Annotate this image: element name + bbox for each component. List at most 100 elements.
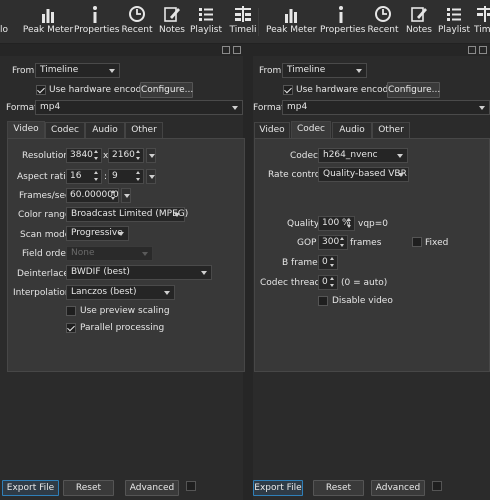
format-value: mp4 — [40, 102, 61, 112]
codec-select[interactable]: h264_nvenc — [318, 148, 408, 163]
peak-meter-button[interactable]: Peak Meter — [20, 3, 76, 43]
notes-icon — [411, 7, 427, 22]
reset-button[interactable]: Reset — [313, 480, 364, 496]
playlist-button-right[interactable]: Playlist — [437, 3, 471, 43]
clock-icon — [375, 6, 391, 22]
tab-audio[interactable]: Audio — [85, 122, 125, 138]
chevron-down-icon — [201, 271, 207, 275]
spin-arrows-icon[interactable] — [329, 277, 336, 288]
format-value: mp4 — [287, 102, 308, 112]
aspect-preset-button[interactable] — [146, 169, 156, 184]
tab-other[interactable]: Other — [125, 122, 163, 138]
field-order-select[interactable]: None — [66, 246, 153, 261]
disable-video-checkbox[interactable] — [318, 296, 328, 306]
fixed-gop-checkbox[interactable] — [412, 237, 422, 247]
tab-other[interactable]: Other — [372, 122, 410, 138]
from-select[interactable]: Timeline — [35, 63, 120, 78]
info-icon — [339, 6, 343, 23]
notes-button[interactable]: Notes — [157, 3, 187, 43]
quality-input[interactable]: 100 % — [318, 216, 355, 231]
fps-preset-button[interactable] — [121, 188, 131, 203]
export-file-button[interactable]: Export File — [2, 480, 59, 496]
quality-label: Quality — [287, 219, 320, 229]
hw-encoder-checkbox-right[interactable] — [283, 85, 293, 95]
format-select[interactable]: mp4 — [35, 100, 243, 115]
peak-meter-icon — [42, 9, 54, 23]
tab-video[interactable]: Video — [254, 122, 290, 138]
configure-button[interactable]: Configure... — [140, 82, 193, 98]
resolution-label: Resolution — [22, 151, 70, 161]
width-input[interactable]: 3840 — [66, 148, 102, 163]
tab-audio[interactable]: Audio — [332, 122, 372, 138]
codec-label: Codec — [290, 151, 318, 161]
interpolation-select[interactable]: Lanczos (best) — [66, 285, 175, 300]
format-select-right[interactable]: mp4 — [282, 100, 490, 115]
configure-button-right[interactable]: Configure... — [387, 82, 440, 98]
chevron-down-icon — [118, 232, 124, 236]
toolbar-button-partial[interactable]: lo — [0, 3, 12, 43]
recent-button[interactable]: Recent — [119, 3, 155, 43]
field-order-value: None — [71, 248, 95, 258]
resolution-preset-button[interactable] — [146, 148, 156, 163]
close-icon[interactable] — [479, 46, 487, 54]
b-frames-input[interactable]: 0 — [318, 255, 338, 270]
from-value: Timeline — [287, 65, 326, 75]
from-select-right[interactable]: Timeline — [282, 63, 367, 78]
fps-input[interactable]: 60.000000 — [66, 188, 119, 203]
recent-button-right[interactable]: Recent — [366, 3, 400, 43]
tab-video[interactable]: Video — [7, 121, 45, 138]
aspect-separator: : — [104, 172, 108, 182]
timeline-button-right[interactable]: Timel — [474, 3, 490, 43]
float-icon[interactable] — [468, 46, 476, 54]
timeline-icon — [477, 6, 490, 22]
height-input[interactable]: 2160 — [108, 148, 144, 163]
tab-codec[interactable]: Codec — [291, 121, 331, 138]
parallel-processing-checkbox[interactable] — [66, 323, 76, 333]
hw-encoder-checkbox[interactable] — [36, 85, 46, 95]
notes-label: Notes — [406, 25, 432, 35]
interpolation-label: Interpolation — [13, 288, 71, 298]
aspect-height-input[interactable]: 9 — [108, 169, 144, 184]
spin-arrows-icon[interactable] — [135, 171, 142, 182]
properties-button-right[interactable]: Properties — [320, 3, 365, 43]
rate-control-select[interactable]: Quality-based VBR — [318, 167, 409, 182]
spin-arrows-icon[interactable] — [346, 218, 353, 229]
frames-per-sec-label: Frames/sec — [19, 191, 70, 201]
spin-arrows-icon[interactable] — [110, 190, 117, 201]
spin-arrows-icon[interactable] — [329, 257, 336, 268]
reset-button[interactable]: Reset — [63, 480, 114, 496]
timeline-label: Timeli — [229, 25, 257, 35]
advanced-button[interactable]: Advanced — [125, 480, 179, 496]
notes-button-right[interactable]: Notes — [404, 3, 434, 43]
disable-video-label: Disable video — [332, 296, 393, 306]
deinterlacer-select[interactable]: BWDIF (best) — [66, 265, 212, 280]
scan-mode-select[interactable]: Progressive — [66, 226, 129, 241]
float-icon[interactable] — [222, 46, 230, 54]
preview-scaling-checkbox[interactable] — [66, 306, 76, 316]
advanced-checkbox[interactable] — [432, 481, 442, 491]
playlist-button[interactable]: Playlist — [190, 3, 222, 43]
advanced-button[interactable]: Advanced — [371, 480, 425, 496]
rate-control-label: Rate control — [268, 170, 323, 180]
tab-codec[interactable]: Codec — [45, 122, 85, 138]
spin-arrows-icon[interactable] — [93, 150, 100, 161]
timeline-button[interactable]: Timeli — [228, 3, 258, 43]
properties-label: Properties — [74, 25, 120, 35]
peak-meter-button-right[interactable]: Peak Meter — [266, 3, 316, 43]
notes-label: Notes — [159, 25, 185, 35]
chevron-down-icon — [479, 106, 485, 110]
advanced-checkbox[interactable] — [186, 481, 196, 491]
color-range-value: Broadcast Limited (MPEG) — [71, 209, 189, 219]
close-icon[interactable] — [233, 46, 241, 54]
properties-button[interactable]: Properties — [74, 3, 120, 43]
color-range-select[interactable]: Broadcast Limited (MPEG) — [66, 207, 189, 222]
aspect-width-input[interactable]: 16 — [66, 169, 102, 184]
spin-arrows-icon[interactable] — [93, 171, 100, 182]
spin-arrows-icon[interactable] — [135, 150, 142, 161]
gop-input[interactable]: 300 — [318, 235, 348, 250]
from-value: Timeline — [40, 65, 79, 75]
spin-arrows-icon[interactable] — [339, 237, 346, 248]
export-file-button[interactable]: Export File — [253, 480, 303, 496]
codec-threads-input[interactable]: 0 — [318, 275, 338, 290]
playlist-icon — [199, 8, 213, 21]
